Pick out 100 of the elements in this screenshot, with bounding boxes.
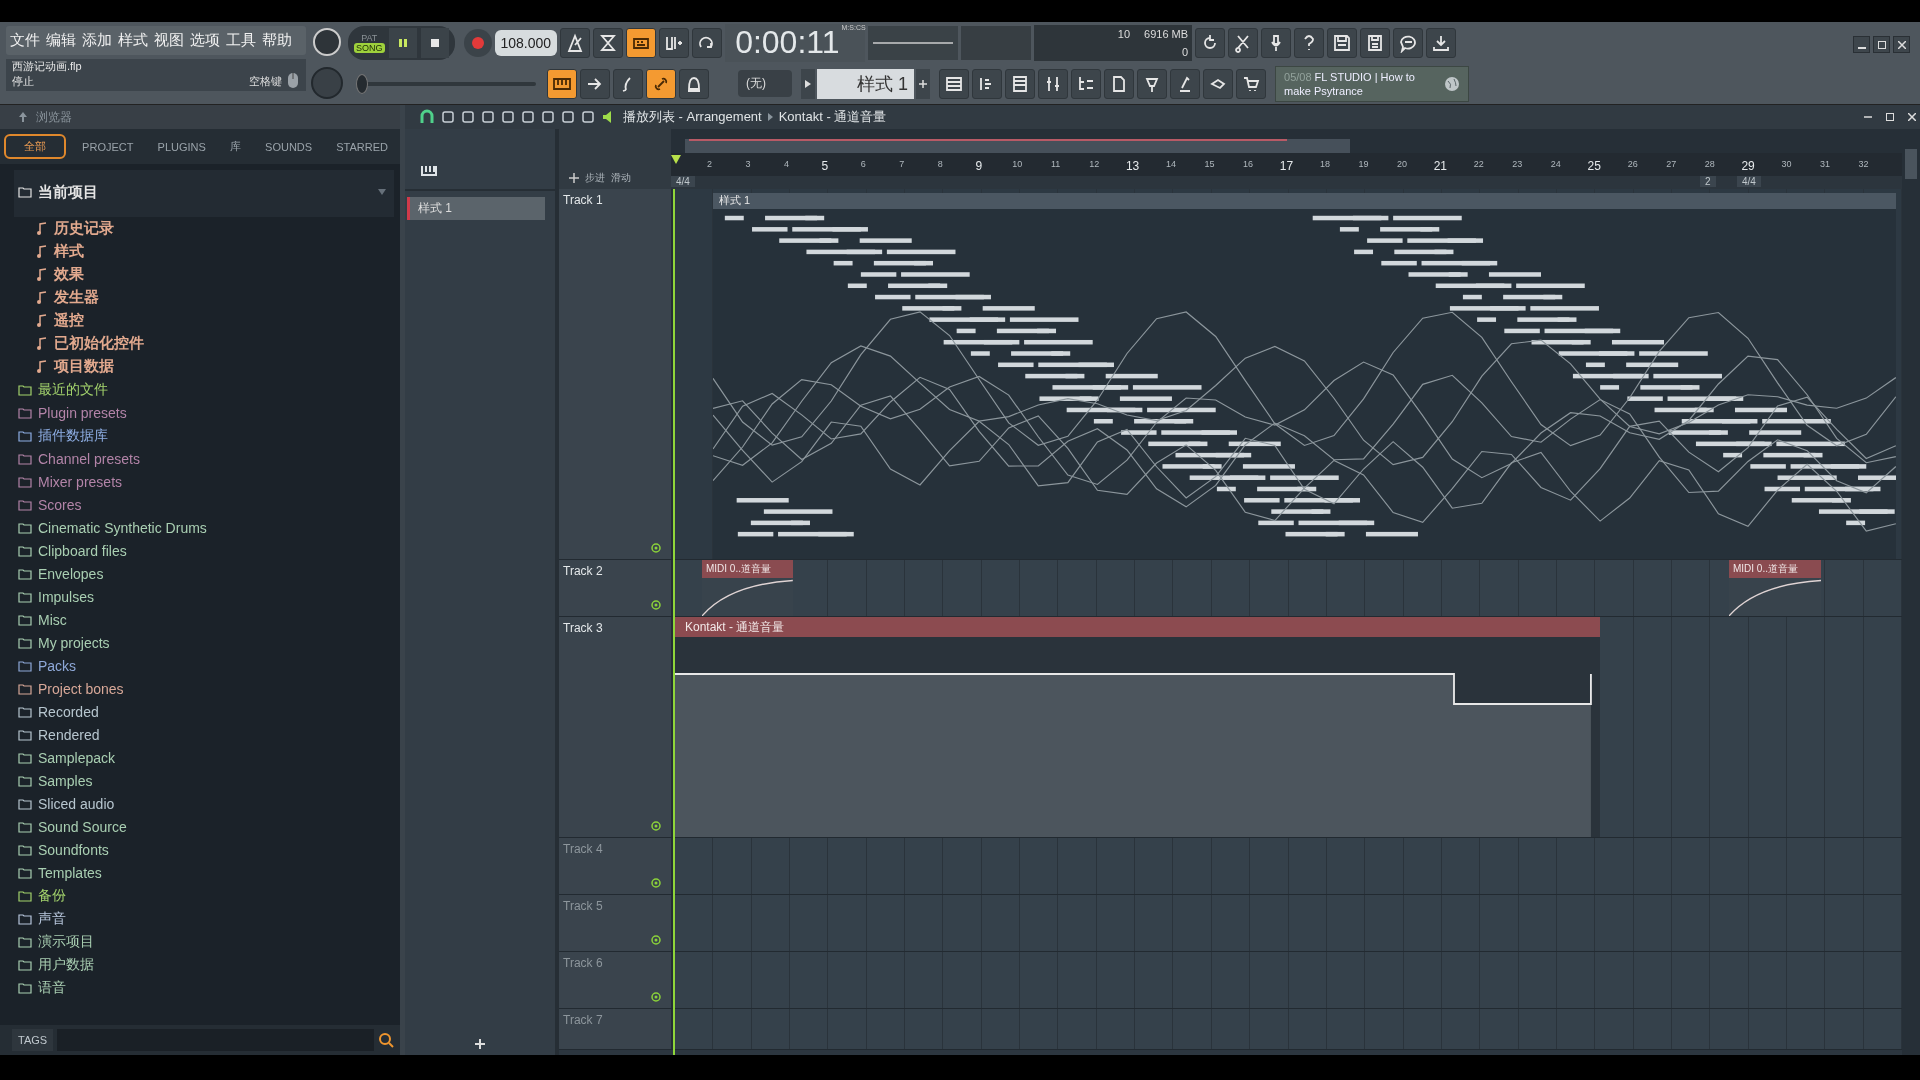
browser-item[interactable]: 当前项目	[14, 170, 394, 217]
browser-item[interactable]: Recorded	[14, 700, 394, 723]
toolbar-button[interactable]	[1104, 68, 1134, 99]
toolbar-button[interactable]	[1005, 68, 1035, 99]
pattern-list-item[interactable]: 样式 1	[407, 197, 545, 220]
track-mute-indicator[interactable]	[651, 600, 661, 610]
toolbar-button[interactable]	[547, 68, 577, 99]
mode-toggle[interactable]: SONG	[354, 42, 385, 53]
browser-item[interactable]: Scores	[14, 493, 394, 516]
tags-label[interactable]: TAGS	[12, 1029, 54, 1051]
browser-item[interactable]: Soundfonts	[14, 838, 394, 861]
search-icon[interactable]	[378, 1032, 394, 1048]
toolbar-button[interactable]	[593, 27, 624, 58]
browser-item[interactable]: Mixer presets	[14, 470, 394, 493]
timeline-ruler[interactable]: 2 3 4 5 6 7 8 9 10 11 12 13 14 15 16 17 18 19 20 21 22 23 24 25 26 27 28 29 30 31 32	[671, 153, 1902, 177]
browser-item[interactable]: 用户数据	[14, 953, 394, 976]
mode-toggle[interactable]: PAT	[359, 32, 380, 43]
browser-item[interactable]: Cinematic Synthetic Drums	[14, 516, 394, 539]
toolbar-button[interactable]	[679, 68, 709, 99]
browser-item[interactable]: My projects	[14, 631, 394, 654]
menu-item[interactable]: 样式	[118, 31, 148, 50]
browser-item[interactable]: Clipboard files	[14, 539, 394, 562]
browser-item[interactable]: 历史记录	[14, 217, 394, 240]
browser-item[interactable]: Templates	[14, 861, 394, 884]
browser-item[interactable]: Samples	[14, 769, 394, 792]
toolbar-button[interactable]	[1228, 27, 1259, 58]
browser-item[interactable]: 最近的文件	[14, 378, 394, 401]
news-panel[interactable]: 05/08 FL STUDIO | How to make Psytrance	[1275, 65, 1469, 102]
toolbar-button[interactable]	[1071, 68, 1101, 99]
browser-item[interactable]: Packs	[14, 654, 394, 677]
toolbar-button[interactable]	[1261, 27, 1292, 58]
browser-item[interactable]: 备份	[14, 884, 394, 907]
piano-roll-icon[interactable]	[421, 164, 437, 176]
toolbar-button[interactable]	[1170, 68, 1200, 99]
menu-item[interactable]: 选项	[190, 31, 220, 50]
up-arrow-icon[interactable]	[18, 112, 28, 122]
toolbar-button[interactable]	[1360, 27, 1391, 58]
browser-item[interactable]: 声音	[14, 907, 394, 930]
toolbar-button[interactable]	[1203, 68, 1233, 99]
playhead-marker[interactable]	[671, 155, 681, 165]
browser-item[interactable]: 样式	[14, 240, 394, 263]
browser-item[interactable]: 遥控	[14, 309, 394, 332]
track-mute-indicator[interactable]	[651, 935, 661, 945]
add-pattern-button[interactable]	[916, 68, 930, 99]
toolbar-button[interactable]	[1038, 68, 1068, 99]
pattern-selector[interactable]: 样式 1	[817, 68, 914, 99]
tool-icon[interactable]	[541, 110, 555, 124]
browser-item[interactable]: Sound Source	[14, 815, 394, 838]
close-button[interactable]	[1893, 36, 1910, 53]
browser-item[interactable]: 演示项目	[14, 930, 394, 953]
toolbar-button[interactable]	[1294, 27, 1325, 58]
track-mute-indicator[interactable]	[651, 992, 661, 1002]
tool-icon[interactable]	[501, 110, 515, 124]
toolbar-button[interactable]	[939, 68, 969, 99]
menu-item[interactable]: 添加	[82, 31, 112, 50]
toolbar-button[interactable]	[972, 68, 1002, 99]
time-signature-marker[interactable]: 2	[1700, 176, 1716, 188]
toolbar-button[interactable]	[1393, 27, 1424, 58]
stop-button[interactable]	[420, 27, 449, 58]
track-header[interactable]: Track 3	[559, 617, 675, 837]
track-lane[interactable]: MIDI 0..道音量 MIDI 0..道音量	[675, 560, 1902, 616]
browser-item[interactable]: Samplepack	[14, 746, 394, 769]
browser-item[interactable]: Channel presets	[14, 447, 394, 470]
menu-item[interactable]: 编辑	[46, 31, 76, 50]
automation-clip[interactable]: Kontakt - 通道音量	[675, 617, 1601, 837]
track-lane[interactable]: Kontakt - 通道音量	[675, 617, 1902, 837]
browser-item[interactable]: Project bones	[14, 677, 394, 700]
track-mute-indicator[interactable]	[651, 878, 661, 888]
master-volume-knob[interactable]	[313, 27, 341, 56]
time-signature-marker[interactable]: 4/4	[671, 176, 695, 188]
track-mute-indicator[interactable]	[651, 543, 661, 553]
track-header[interactable]: Track 2	[559, 560, 675, 616]
browser-item[interactable]: 语音	[14, 976, 394, 999]
maximize-button[interactable]	[1873, 36, 1890, 53]
tool-icon[interactable]	[441, 110, 455, 124]
track-header[interactable]: Track 1	[559, 189, 675, 559]
browser-item[interactable]: Sliced audio	[14, 792, 394, 815]
menu-item[interactable]: 文件	[10, 31, 40, 50]
tool-icon[interactable]	[461, 110, 475, 124]
step-toggle[interactable]: 步进	[585, 171, 605, 185]
toolbar-button[interactable]	[626, 27, 657, 58]
plus-icon[interactable]	[475, 1039, 485, 1049]
automation-clip[interactable]: MIDI 0..道音量	[702, 560, 793, 616]
tool-icon[interactable]	[561, 110, 575, 124]
toolbar-button[interactable]	[659, 27, 690, 58]
browser-tab[interactable]: STARRED	[328, 136, 396, 157]
channel-target-dropdown[interactable]: (无)	[738, 70, 792, 97]
slide-toggle[interactable]: 滑动	[611, 171, 631, 185]
browser-item[interactable]: 发生器	[14, 286, 394, 309]
tool-icon[interactable]	[481, 110, 495, 124]
browser-item[interactable]: 已初始化控件	[14, 332, 394, 355]
automation-clip[interactable]: MIDI 0..道音量	[1729, 560, 1822, 616]
toolbar-button[interactable]	[1137, 68, 1167, 99]
breadcrumb-item[interactable]: 播放列表 - Arrangement	[623, 108, 762, 126]
pattern-menu-button[interactable]	[801, 68, 815, 99]
breadcrumb-item[interactable]: Kontakt - 通道音量	[778, 108, 887, 126]
browser-tab[interactable]: PROJECT	[74, 136, 142, 157]
toolbar-button[interactable]	[580, 68, 610, 99]
toolbar-button[interactable]	[646, 68, 676, 99]
toolbar-button[interactable]	[1236, 68, 1266, 99]
